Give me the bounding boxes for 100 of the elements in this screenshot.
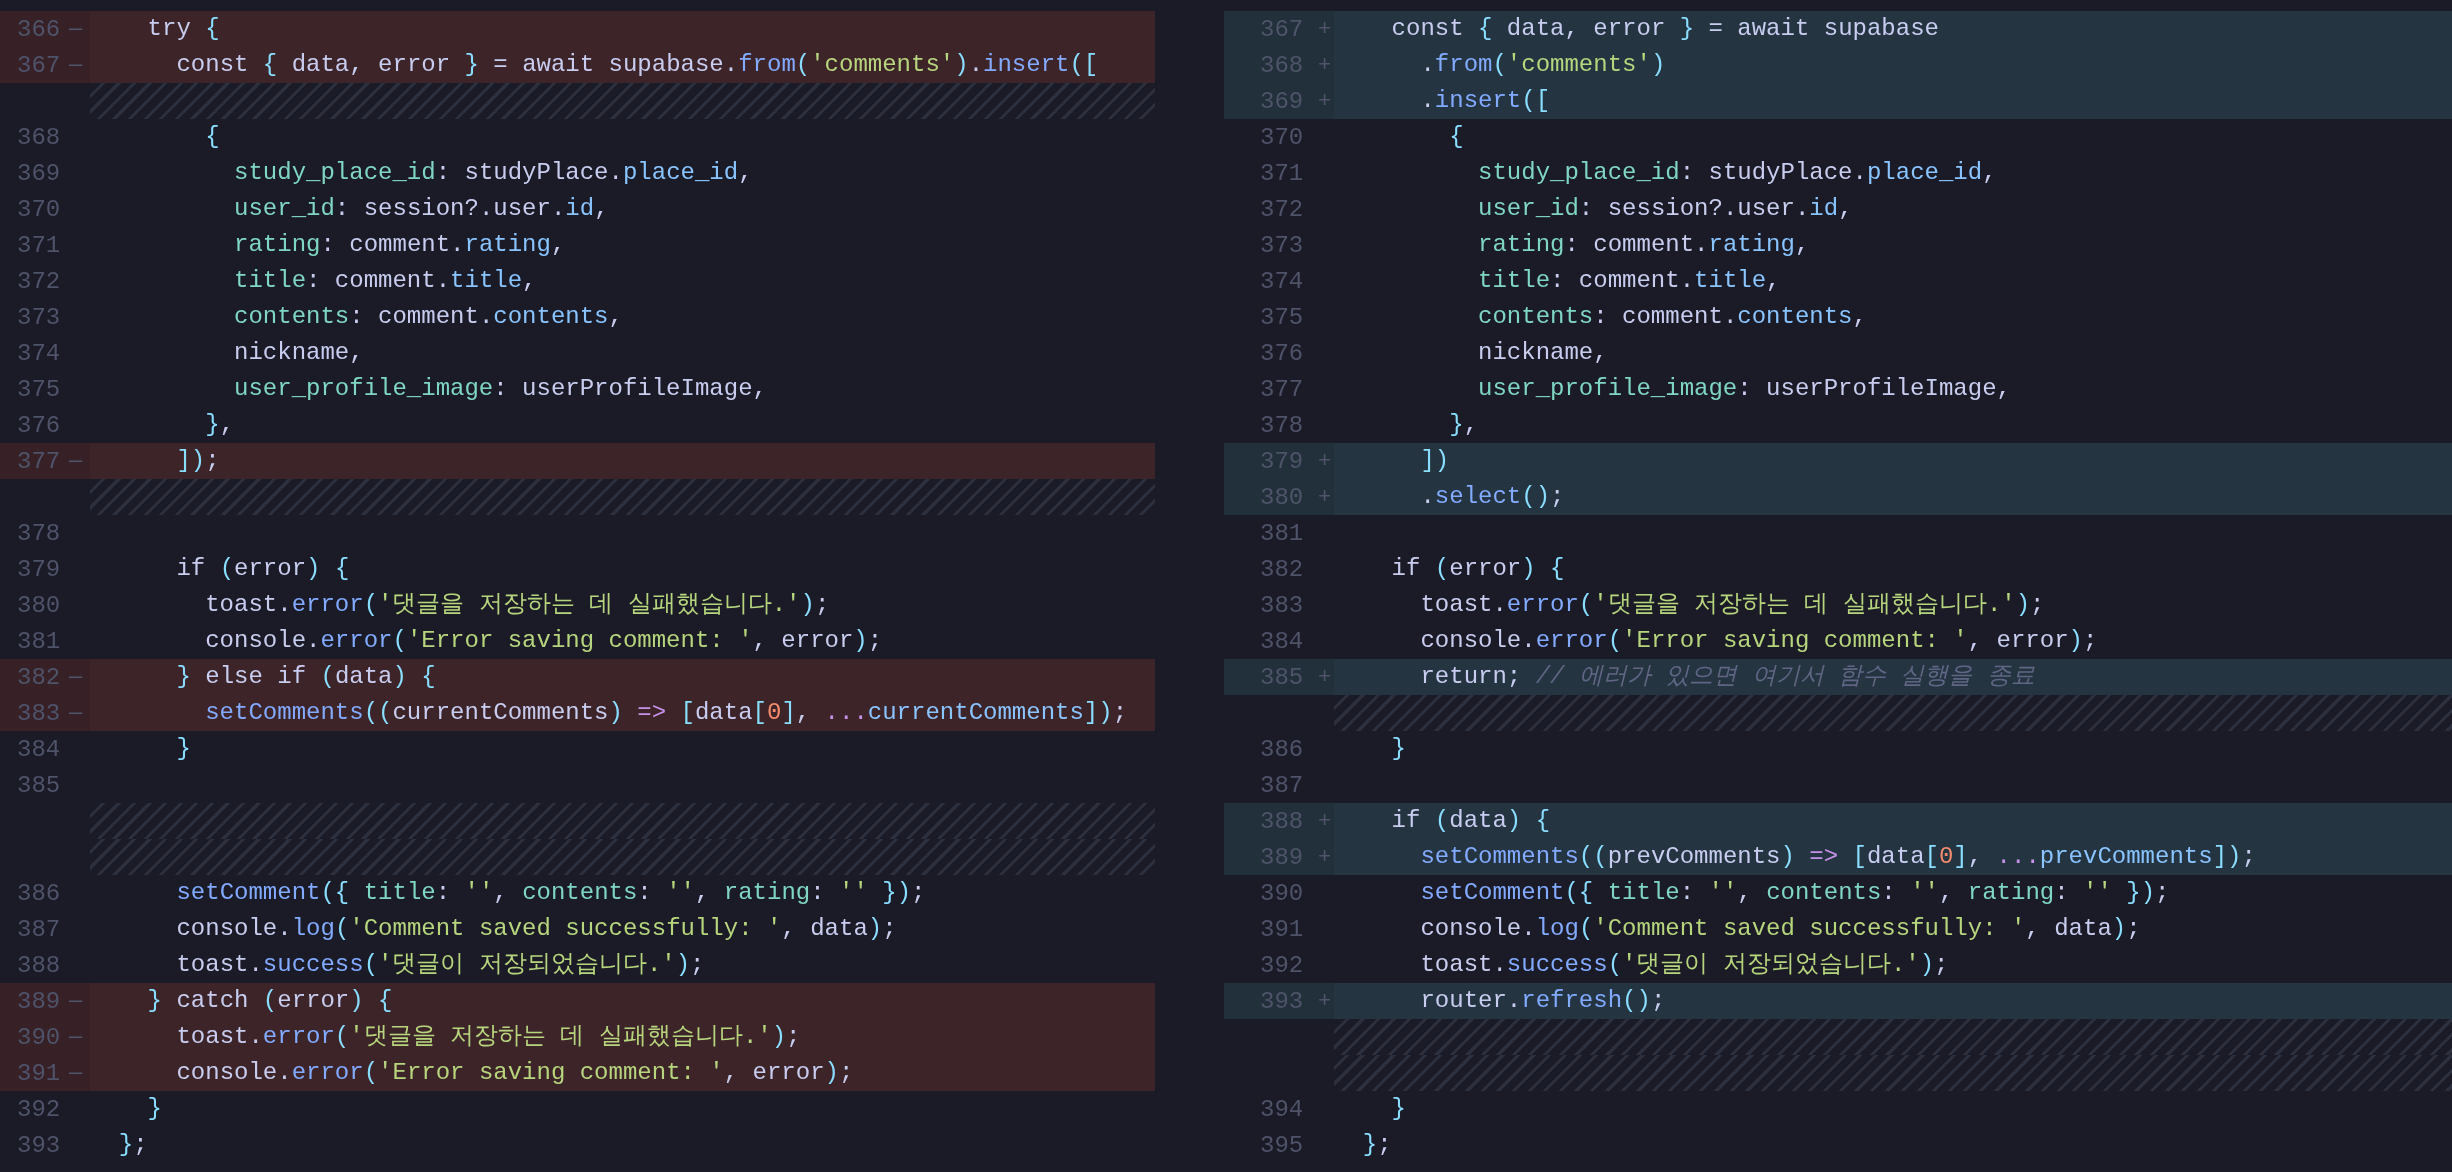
line-number: 380 <box>17 591 62 619</box>
code-line: toast.success('댓글이 저장되었습니다.'); <box>175 950 705 980</box>
line-number: 373 <box>17 303 62 331</box>
code-line: if (error) { <box>175 554 350 584</box>
line-number: 377 <box>1260 375 1305 403</box>
code-line: user_id: session?.user.id, <box>1477 194 1853 224</box>
line-number: 392 <box>17 1095 62 1123</box>
line-number: 382 <box>1260 555 1305 583</box>
code-line: if (error) { <box>1390 554 1565 584</box>
line-number: 383 <box>17 699 62 727</box>
line-number: 370 <box>17 195 62 223</box>
line-number: 376 <box>1260 339 1305 367</box>
diff-marker: — <box>69 448 83 474</box>
line-number: 375 <box>17 375 62 403</box>
code-line: user_id: session?.user.id, <box>233 194 609 224</box>
line-number: 373 <box>1260 231 1305 259</box>
line-number: 384 <box>1260 627 1305 655</box>
code-line: rating: comment.rating, <box>233 230 566 260</box>
line-number: 378 <box>1260 411 1305 439</box>
code-line: }; <box>117 1130 148 1160</box>
code-line: setComment({ title: '', contents: '', rating: '' }); <box>1419 878 2170 908</box>
diff-marker: — <box>69 52 83 78</box>
line-number: 390 <box>1260 879 1305 907</box>
line-number: 394 <box>1260 1095 1305 1123</box>
line-number: 386 <box>17 879 62 907</box>
code-line: console.log('Comment saved successfully: ', data); <box>1419 914 2141 944</box>
diff-marker: + <box>1318 448 1332 474</box>
diff-marker: + <box>1318 484 1332 510</box>
diff-marker: + <box>1318 844 1332 870</box>
code-line: } <box>146 1094 162 1124</box>
diff-marker: + <box>1318 88 1332 114</box>
code-line: nickname, <box>1477 338 1608 368</box>
code-line: } <box>175 734 191 764</box>
code-line: .from('comments') <box>1419 50 1666 80</box>
code-line: }; <box>1361 1130 1392 1160</box>
line-number: 389 <box>17 987 62 1015</box>
code-line: console.error('Error saving comment: ', error); <box>204 626 883 656</box>
line-number: 381 <box>17 627 62 655</box>
line-number: 367 <box>17 51 62 79</box>
diff-marker: — <box>69 16 83 42</box>
diff-marker: — <box>69 1060 83 1086</box>
line-number: 391 <box>1260 915 1305 943</box>
line-number: 387 <box>1260 771 1305 799</box>
line-number: 390 <box>17 1023 62 1051</box>
line-number: 371 <box>1260 159 1305 187</box>
code-line: } <box>1390 1094 1406 1124</box>
diff-marker: — <box>69 1024 83 1050</box>
code-line: } catch (error) { <box>146 986 393 1016</box>
diff-marker: + <box>1318 664 1332 690</box>
line-number: 386 <box>1260 735 1305 763</box>
code-line: study_place_id: studyPlace.place_id, <box>233 158 753 188</box>
code-line: { <box>204 122 220 152</box>
code-line: contents: comment.contents, <box>233 302 623 332</box>
code-line: console.error('Error saving comment: ', error); <box>175 1058 854 1088</box>
line-number: 366 <box>17 15 62 43</box>
code-line: toast.error('댓글을 저장하는 데 실패했습니다.'); <box>1419 590 2045 620</box>
line-number: 391 <box>17 1059 62 1087</box>
diff-marker: — <box>69 664 83 690</box>
line-number: 371 <box>17 231 62 259</box>
code-line: user_profile_image: userProfileImage, <box>233 374 767 404</box>
code-line: { <box>1448 122 1464 152</box>
code-line: study_place_id: studyPlace.place_id, <box>1477 158 1997 188</box>
code-line: } <box>1390 734 1406 764</box>
line-number: 374 <box>1260 267 1305 295</box>
line-number: 370 <box>1260 123 1305 151</box>
code-line: router.refresh(); <box>1419 986 1666 1016</box>
code-line: ]); <box>175 446 220 476</box>
line-number: 372 <box>17 267 62 295</box>
code-line: toast.error('댓글을 저장하는 데 실패했습니다.'); <box>175 1022 801 1052</box>
line-number: 384 <box>17 735 62 763</box>
line-number: 369 <box>17 159 62 187</box>
diff-marker: — <box>69 700 83 726</box>
diff-marker: + <box>1318 52 1332 78</box>
code-line: user_profile_image: userProfileImage, <box>1477 374 2011 404</box>
line-number: 375 <box>1260 303 1305 331</box>
line-number: 378 <box>17 519 62 547</box>
code-line: setComment({ title: '', contents: '', rating: '' }); <box>175 878 926 908</box>
code-line: }, <box>204 410 235 440</box>
code-line: const { data, error } = await supabase.from('comments').insert([ <box>175 50 1099 80</box>
diff-marker: + <box>1318 988 1332 1014</box>
code-line: title: comment.title, <box>1477 266 1781 296</box>
code-line: try { <box>146 14 220 44</box>
code-line: }, <box>1448 410 1479 440</box>
code-line: ]) <box>1419 446 1450 476</box>
line-number: 376 <box>17 411 62 439</box>
code-line: setComments((currentComments) => [data[0], ...currentComments]); <box>204 698 1128 728</box>
code-line: toast.error('댓글을 저장하는 데 실패했습니다.'); <box>204 590 830 620</box>
line-number: 372 <box>1260 195 1305 223</box>
code-line: .select(); <box>1419 482 1565 512</box>
code-line: return; // 에러가 있으면 여기서 함수 실행을 종료 <box>1419 662 2035 692</box>
code-line: } else if (data) { <box>175 662 436 692</box>
code-line: nickname, <box>233 338 364 368</box>
code-line: console.error('Error saving comment: ', error); <box>1419 626 2098 656</box>
line-number: 392 <box>1260 951 1305 979</box>
code-line: toast.success('댓글이 저장되었습니다.'); <box>1419 950 1949 980</box>
line-number: 381 <box>1260 519 1305 547</box>
line-number: 388 <box>17 951 62 979</box>
code-line: const { data, error } = await supabase <box>1390 14 1939 44</box>
line-number: 395 <box>1260 1131 1305 1159</box>
code-line: if (data) { <box>1390 806 1551 836</box>
